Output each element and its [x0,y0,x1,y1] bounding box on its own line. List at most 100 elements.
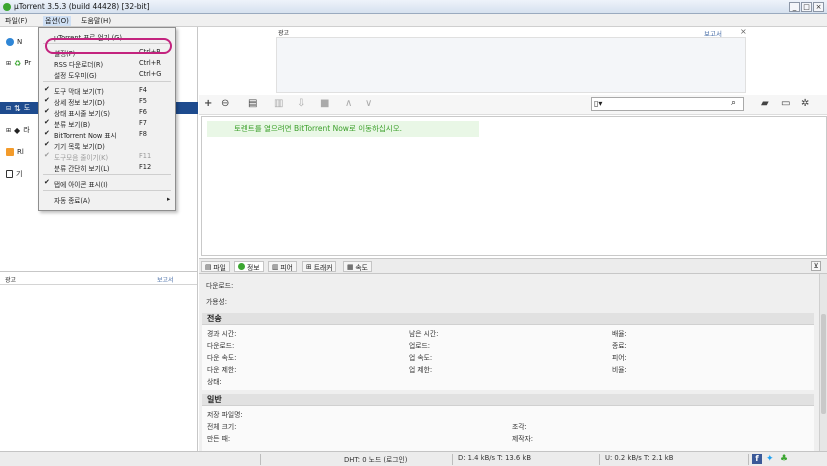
ad-banner-area: 광고 보고서 × [199,27,827,95]
expand-icon: ⊟ [6,104,12,112]
stop-icon[interactable]: ■ [320,99,329,109]
options-menu-item[interactable]: 설정 도우미(G) Ctrl+G [39,68,175,80]
menu-item-label: BitTorrent Now 표시 [54,131,117,140]
ad-label: 광고 [5,277,17,284]
options-menu-item[interactable]: ✔ BitTorrent Now 표시 F8 [39,128,175,140]
gear-icon[interactable]: ✲ [801,99,809,109]
detail-label: 업로드: [409,342,431,350]
tab-info[interactable]: 정보 [234,261,264,272]
minimize-button[interactable]: _ [789,2,800,12]
sidebar-item-devices[interactable]: 기 [6,168,22,180]
options-menu-item[interactable]: ✔ 도구모음 줄이기(K) F11 [39,150,175,162]
menu-separator [43,81,171,82]
tab-label: 파일 [213,263,226,272]
options-menu-item[interactable]: ✔ 상세 정보 보기(D) F5 [39,95,175,107]
tab-label: 트래커 [313,263,333,272]
search-input[interactable] [612,99,727,109]
add-link-icon[interactable]: ⊖ [221,99,229,109]
menu-item-label: RSS 다운로더(R) [54,60,104,69]
close-button[interactable]: × [813,2,824,12]
search-engine-icon[interactable]: ▯▾ [594,99,602,108]
device-icon [6,170,13,178]
speed-icon: ▦ [347,262,354,271]
tab-peers[interactable]: ▥ 피어 [268,261,297,272]
facebook-icon[interactable]: f [752,454,762,464]
tag-icon: ◆ [14,125,21,135]
bittorrent-now-notice[interactable]: 토렌트를 열으려면 BitTorrent Now로 이동하십시오. [207,121,479,137]
options-menu-item[interactable]: ✔ 상태 표시줄 보기(S) F6 [39,106,175,118]
sidebar-item-pro[interactable]: ⊞ ♻ Pr [6,57,31,69]
search-icon[interactable]: ⌕ [731,98,736,108]
menu-options[interactable]: 옵션(O) [43,16,71,26]
title-bar: µTorrent 3.5.3 (build 44428) [32-bit] _ … [0,0,827,14]
checkmark-icon: ✔ [44,151,50,159]
detail-label: 제작자: [512,435,534,443]
transfer-section-title: 전송 [202,313,814,324]
utorrent-logo-icon [3,3,11,11]
info-icon [238,263,245,270]
divider [0,284,197,285]
details-scrollbar[interactable] [819,274,827,451]
download-status[interactable]: D: 1.4 kB/s T: 13.6 kB [458,454,531,462]
transfer-icon: ⇅ [14,103,21,113]
download-label: 다운로드: [206,282,234,290]
sidebar-item-label: N [17,38,23,46]
sidebar-ad-panel: 광고 보고서 [0,271,198,451]
menu-separator [43,190,171,191]
maximize-button[interactable]: □ [801,2,812,12]
detail-label: 다운 제한: [207,366,237,374]
menu-item-label: 기기 목록 보기(D) [54,142,105,151]
checkmark-icon: ✔ [44,107,50,115]
android-icon[interactable]: ♣ [780,454,790,464]
monitor-icon[interactable]: ▭ [781,99,790,109]
torrent-list[interactable]: 토렌트를 열으려면 BitTorrent Now로 이동하십시오. [201,116,827,256]
delete-icon[interactable]: ▥ [274,99,283,109]
tab-label: 피어 [280,263,293,272]
search-box[interactable]: ▯▾ ⌕ [591,97,744,111]
checkmark-icon: ✔ [44,96,50,104]
tracker-icon: ⊞ [306,262,312,271]
upload-status[interactable]: U: 0.2 kB/s T: 2.1 kB [605,454,673,462]
move-down-icon[interactable]: ∨ [365,99,372,109]
tab-speed[interactable]: ▦ 속도 [343,261,372,272]
ad-report-link[interactable]: 보고서 [157,275,174,284]
globe-icon [6,38,14,46]
collapse-panel-button[interactable]: ⊻ [811,261,821,271]
download-icon[interactable]: ⇩ [297,99,305,109]
add-torrent-icon[interactable]: + [204,99,212,109]
options-menu-item[interactable]: ✔ 분류 보기(B) F7 [39,117,175,129]
options-menu-item[interactable]: ✔ 기기 목록 보기(D) [39,139,175,151]
options-menu-item[interactable]: RSS 다운로더(R) Ctrl+R [39,57,175,69]
ad-content[interactable] [276,37,746,93]
options-menu-item[interactable]: 자동 종료(A) ▸ [39,193,175,205]
menu-shortcut: F6 [139,107,147,116]
tab-label: 정보 [247,263,260,272]
detail-label: 경과 시간: [207,330,237,338]
dht-status[interactable]: DHT: 0 노드 (로그인) [344,454,407,464]
menu-item-label: 설정 도우미(G) [54,71,97,80]
ad-close-button[interactable]: × [740,27,747,36]
options-menu-item[interactable]: ✔ 탭에 아이콘 표시(I) [39,177,175,189]
menu-help[interactable]: 도움말(H) [81,16,111,26]
sidebar-item-rss[interactable]: Rl [6,146,24,158]
sidebar-item-labels[interactable]: ⊞ ◆ 라 [6,124,30,136]
menu-item-label: 도구모음 줄이기(K) [54,153,109,162]
options-menu-item[interactable]: ✔ 도구 막대 보기(T) F4 [39,84,175,96]
move-up-icon[interactable]: ∧ [345,99,352,109]
twitter-icon[interactable]: ✦ [766,454,776,464]
sidebar-item-torrents[interactable]: ⊟ ⇅ 도 [6,102,30,114]
sidebar-item-bittorrent-now[interactable]: N [6,36,22,48]
menu-item-label: 도구 막대 보기(T) [54,87,104,96]
tab-trackers[interactable]: ⊞ 트래커 [302,261,337,272]
menu-file[interactable]: 파일(F) [5,16,27,26]
chat-icon[interactable]: ▰ [761,99,769,109]
detail-label: 만든 때: [207,435,231,443]
toolbar: + ⊖ ▤ ▥ ⇩ ■ ∧ ∨ ▯▾ ⌕ ▰ ▭ ✲ [199,95,827,115]
menu-item-label: 탭에 아이콘 표시(I) [54,180,108,189]
sidebar-item-label: 기 [16,170,23,178]
scrollbar-thumb[interactable] [821,314,826,414]
detail-label: 종료: [612,342,627,350]
tab-files[interactable]: ▤ 파일 [201,261,230,272]
options-menu-item[interactable]: 분류 간단히 보기(L) F12 [39,161,175,173]
create-torrent-icon[interactable]: ▤ [248,99,257,109]
